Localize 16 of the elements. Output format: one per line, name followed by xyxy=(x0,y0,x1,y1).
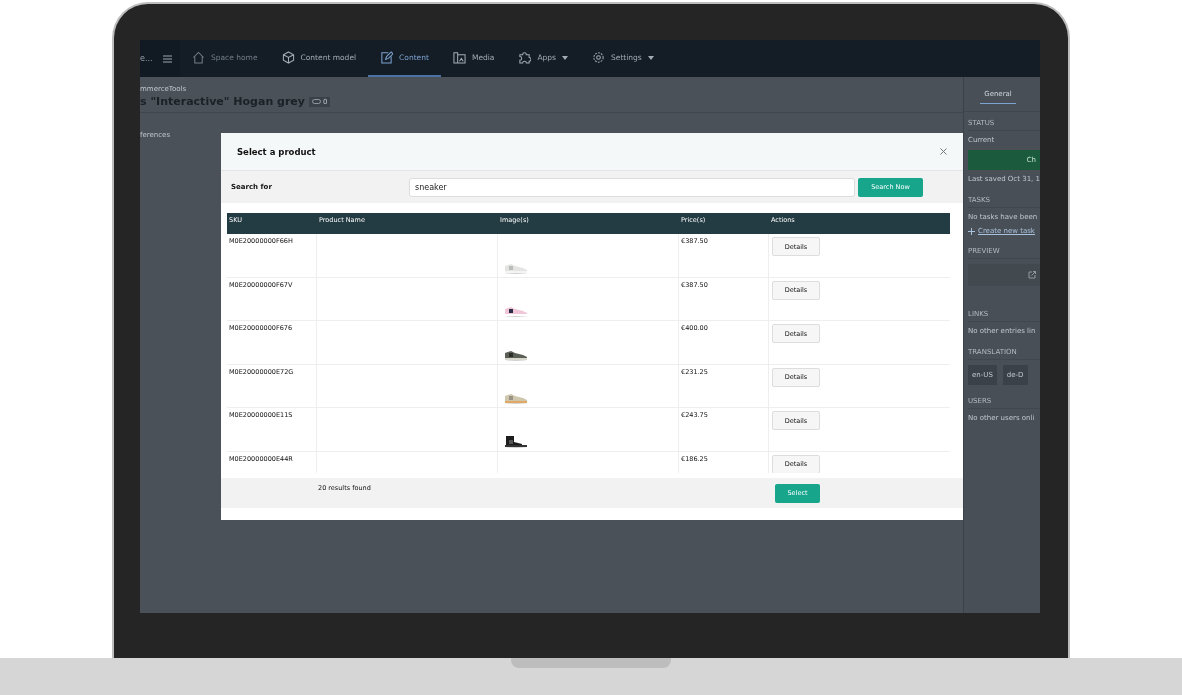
media-icon xyxy=(452,51,466,64)
caret-icon xyxy=(647,55,654,60)
menu-icon xyxy=(162,54,172,63)
space-switcher[interactable]: e... xyxy=(140,40,180,77)
settings-icon xyxy=(592,51,605,64)
plus-icon xyxy=(968,227,975,235)
dialog-title: Select a product xyxy=(237,146,316,157)
external-link-icon xyxy=(1028,271,1036,280)
cube-icon xyxy=(281,51,295,64)
home-icon xyxy=(192,51,205,64)
edit-icon xyxy=(380,51,394,64)
close-icon[interactable] xyxy=(940,148,947,155)
link-icon xyxy=(312,99,321,104)
puzzle-icon xyxy=(518,51,532,64)
caret-icon xyxy=(562,55,568,60)
search-field[interactable]: sneaker xyxy=(409,177,855,197)
